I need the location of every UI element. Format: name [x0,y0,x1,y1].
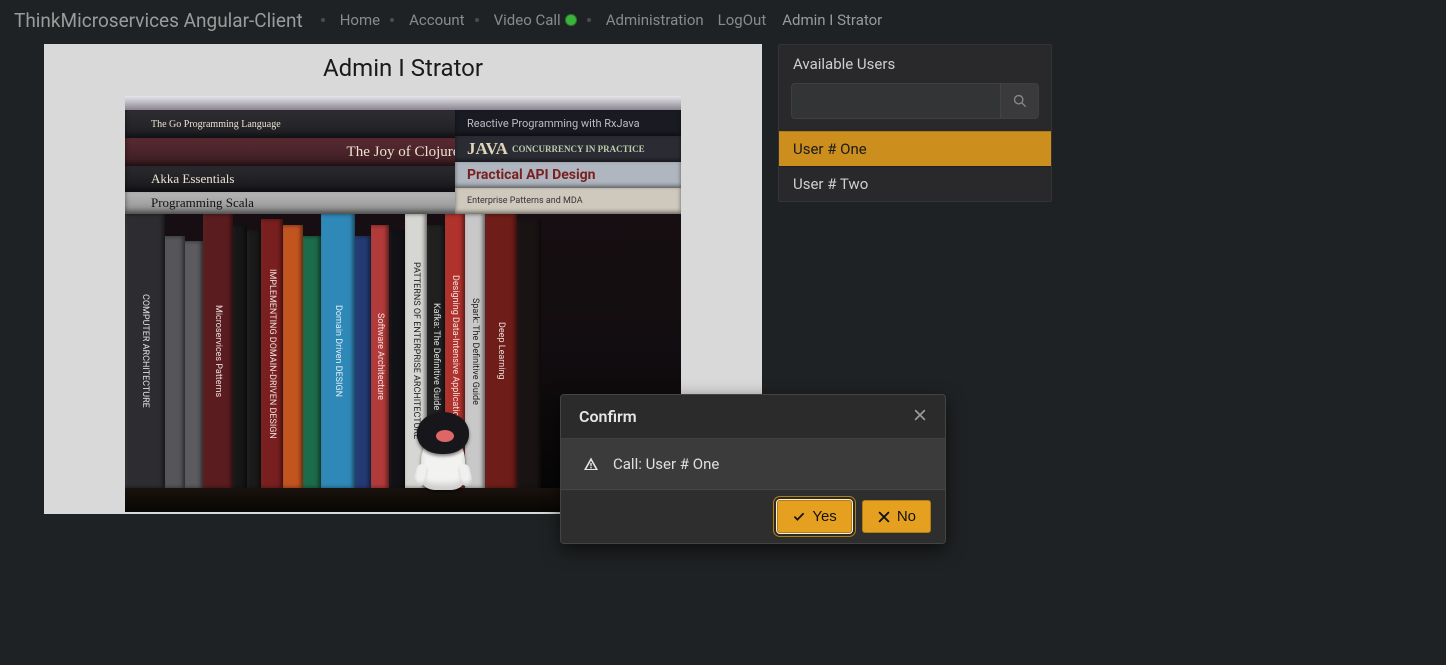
book-spine: Enterprise Patterns and MDA [455,188,681,214]
nav-separator-icon [587,18,591,22]
check-icon [792,510,806,524]
book-spine: Domain Driven DESIGN [321,214,355,488]
book-spine [389,230,405,488]
user-search [791,83,1039,119]
confirm-dialog: Confirm Call: User # One Yes No [560,394,946,544]
nav-administration[interactable]: Administration [602,11,708,29]
book-spine-label: CONCURRENCY IN PRACTICE [512,144,645,154]
book-spine [283,225,303,488]
confirm-dialog-title: Confirm [579,407,637,426]
nav-separator-icon [390,18,394,22]
nav-video-call-label: Video Call [494,11,561,29]
book-spine [233,225,247,488]
user-list-item[interactable]: User # Two [779,166,1051,201]
available-users-header: Available Users [779,45,1051,83]
book-spine-label: JAVA [467,139,508,159]
book-spine: COMPUTER ARCHITECTURE [125,214,165,488]
book-spine: Practical API Design [455,162,681,188]
confirm-dialog-header: Confirm [561,395,945,439]
nav-current-user: Admin I Strator [782,11,882,29]
mascot-figurine [415,412,471,490]
available-users-panel: Available Users User # OneUser # Two [778,44,1052,202]
nav-home[interactable]: Home [336,11,384,29]
book-spine: IMPLEMENTING DOMAIN-DRIVEN DESIGN [261,219,283,488]
user-list-item[interactable]: User # One [779,131,1051,166]
book-spine [185,241,203,488]
confirm-no-label: No [897,508,916,525]
confirm-no-button[interactable]: No [862,500,931,533]
navbar: ThinkMicroservices Angular-Client Home A… [0,0,1446,40]
confirm-dialog-body: Call: User # One [561,439,945,490]
nav-account[interactable]: Account [405,11,469,29]
confirm-yes-button[interactable]: Yes [777,500,851,533]
presence-online-icon [565,14,577,26]
nav-logout[interactable]: LogOut [714,11,771,29]
book-spine: Software Architecture [371,225,389,488]
nav-separator-icon [321,18,325,22]
user-search-button[interactable] [1000,84,1038,118]
book-spine [517,219,541,488]
video-title: Admin I Strator [323,54,483,82]
confirm-yes-label: Yes [812,508,836,525]
nav-video-call[interactable]: Video Call [490,11,581,29]
close-icon[interactable] [913,408,927,426]
book-spine: Deep Learning [485,214,517,488]
book-spine [165,236,185,488]
close-icon [877,510,891,524]
book-spine [355,236,371,488]
user-search-input[interactable] [792,84,1000,118]
search-icon [1013,94,1027,108]
book-spine [247,230,261,488]
nav-separator-icon [475,18,479,22]
warning-icon [583,456,599,472]
book-spine: Microservices Patterns [203,214,233,488]
confirm-dialog-message: Call: User # One [613,455,719,473]
brand[interactable]: ThinkMicroservices Angular-Client [14,9,303,32]
confirm-dialog-footer: Yes No [561,490,945,543]
book-spine [303,236,321,488]
book-spine: Reactive Programming with RxJava [455,110,681,136]
book-spine: JAVA CONCURRENCY IN PRACTICE [455,136,681,162]
